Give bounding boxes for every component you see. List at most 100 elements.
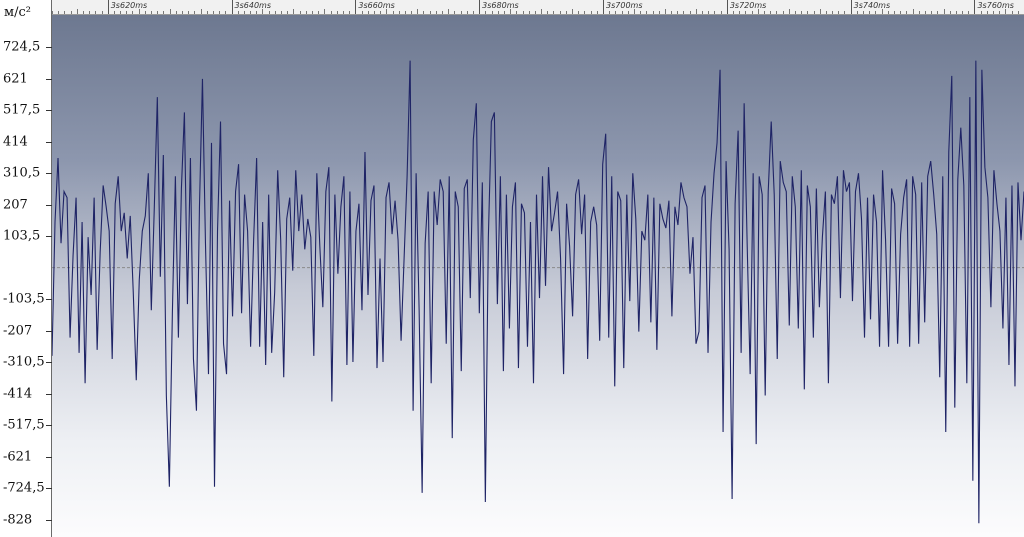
ruler-minor-tick xyxy=(949,11,951,14)
ruler-minor-tick xyxy=(714,11,716,14)
y-tick-label: -310,5 xyxy=(3,354,45,370)
waveform-line xyxy=(52,60,1024,524)
ruler-minor-tick xyxy=(887,11,889,14)
ruler-minor-tick xyxy=(702,11,704,14)
y-tick-label: 310,5 xyxy=(3,165,41,181)
ruler-minor-tick xyxy=(274,11,276,14)
ruler-minor-tick xyxy=(534,11,536,14)
ruler-minor-tick xyxy=(349,11,351,14)
ruler-minor-tick xyxy=(299,11,301,14)
ruler-minor-tick xyxy=(392,11,394,14)
waveform-chart xyxy=(52,60,1024,524)
ruler-minor-tick xyxy=(931,11,933,14)
y-tick-label: 103,5 xyxy=(3,228,41,244)
ruler-minor-tick xyxy=(893,11,895,14)
ruler-minor-tick xyxy=(373,11,375,14)
ruler-minor-tick xyxy=(380,11,382,14)
ruler-minor-tick xyxy=(435,11,437,14)
ruler-minor-tick xyxy=(318,11,320,14)
waveform-viewer-window: м/с² 724,5 621 517,5 414 310,5 207 103,5 -103,5… xyxy=(0,0,1024,537)
ruler-minor-tick xyxy=(615,11,617,14)
ruler-minor-tick xyxy=(268,11,270,14)
ruler-minor-tick xyxy=(243,11,245,14)
ruler-minor-tick xyxy=(497,11,499,14)
ruler-minor-tick xyxy=(578,11,580,14)
ruler-minor-tick xyxy=(448,9,450,14)
ruler-minor-tick xyxy=(411,11,413,14)
ruler-minor-tick xyxy=(1011,11,1013,14)
ruler-major-tick xyxy=(974,0,976,14)
y-tick-label: 414 xyxy=(3,134,28,150)
ruler-minor-tick xyxy=(1017,11,1019,14)
ruler-minor-tick xyxy=(937,11,939,14)
ruler-major-tick xyxy=(850,0,852,14)
ruler-minor-tick xyxy=(472,11,474,14)
y-tick-label: -207 xyxy=(3,323,33,339)
ruler-minor-tick xyxy=(70,11,72,14)
ruler-minor-tick xyxy=(460,11,462,14)
ruler-time-label: 3s640ms xyxy=(234,1,272,10)
ruler-minor-tick xyxy=(999,11,1001,14)
ruler-minor-tick xyxy=(565,11,567,14)
ruler-minor-tick xyxy=(832,11,834,14)
ruler-minor-tick xyxy=(720,11,722,14)
ruler-minor-tick xyxy=(869,11,871,14)
ruler-minor-tick xyxy=(52,11,53,14)
ruler-minor-tick xyxy=(89,11,91,14)
ruler-minor-tick xyxy=(132,11,134,14)
ruler-minor-tick xyxy=(64,11,66,14)
ruler-minor-tick xyxy=(745,11,747,14)
ruler-minor-tick xyxy=(590,11,592,14)
ruler-minor-tick xyxy=(293,9,295,14)
ruler-time-label: 3s680ms xyxy=(482,1,519,10)
y-tick-label: -724,5 xyxy=(3,480,45,496)
ruler-minor-tick xyxy=(219,11,221,14)
ruler-minor-tick xyxy=(652,11,654,14)
waveform-plot-area[interactable] xyxy=(52,15,1024,537)
ruler-minor-tick xyxy=(664,9,666,14)
ruler-minor-tick xyxy=(819,9,821,14)
time-ruler[interactable]: 3s620ms 3s640ms 3s660ms 3s680ms 3s700ms 3s720… xyxy=(52,0,1024,15)
ruler-major-tick xyxy=(355,0,357,14)
ruler-minor-tick xyxy=(646,11,648,14)
ruler-minor-tick xyxy=(188,11,190,14)
ruler-minor-tick xyxy=(466,11,468,14)
ruler-time-label: 3s700ms xyxy=(606,1,643,10)
y-tick-label: -828 xyxy=(3,512,33,528)
ruler-minor-tick xyxy=(361,11,363,14)
ruler-minor-tick xyxy=(733,11,735,14)
ruler-minor-tick xyxy=(367,11,369,14)
ruler-minor-tick xyxy=(547,11,549,14)
ruler-minor-tick xyxy=(175,11,177,14)
ruler-minor-tick xyxy=(807,11,809,14)
ruler-minor-tick xyxy=(658,11,660,14)
ruler-minor-tick xyxy=(330,11,332,14)
ruler-minor-tick xyxy=(918,11,920,14)
ruler-minor-tick xyxy=(151,11,153,14)
ruler-minor-tick xyxy=(287,11,289,14)
ruler-minor-tick xyxy=(58,11,60,14)
ruler-minor-tick xyxy=(621,11,623,14)
ruler-minor-tick xyxy=(968,11,970,14)
y-tick-label: 517,5 xyxy=(3,102,41,118)
ruler-minor-tick xyxy=(237,11,239,14)
ruler-time-label: 3s760ms xyxy=(977,1,1014,10)
ruler-minor-tick xyxy=(955,11,957,14)
ruler-major-tick xyxy=(231,0,233,14)
ruler-minor-tick xyxy=(708,11,710,14)
ruler-major-tick xyxy=(107,0,109,14)
ruler-minor-tick xyxy=(101,11,103,14)
ruler-minor-tick xyxy=(801,11,803,14)
ruler-major-tick xyxy=(726,0,728,14)
ruler-time-label: 3s740ms xyxy=(853,1,891,10)
ruler-minor-tick xyxy=(163,11,165,14)
ruler-time-label: 3s720ms xyxy=(729,1,767,10)
y-tick-label: -414 xyxy=(3,386,33,402)
ruler-minor-tick xyxy=(157,11,159,14)
ruler-minor-tick xyxy=(825,11,827,14)
ruler-minor-tick xyxy=(640,11,642,14)
ruler-minor-tick xyxy=(962,11,964,14)
ruler-minor-tick xyxy=(76,9,78,14)
ruler-minor-tick xyxy=(169,9,171,14)
ruler-minor-tick xyxy=(584,11,586,14)
